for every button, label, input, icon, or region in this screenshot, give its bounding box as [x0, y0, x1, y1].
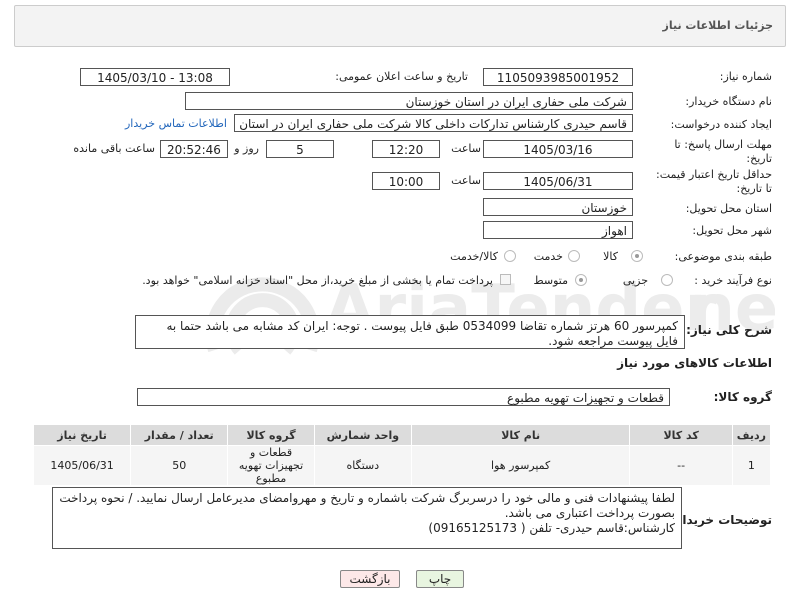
reply-date-field: 1405/03/16 [483, 140, 633, 158]
cell-name: کمپرسور هوا [410, 445, 631, 486]
city-label: شهر محل تحویل: [692, 224, 772, 237]
buyer-notes-text: لطفا پیشنهادات فنی و مالی خود را درسربرگ… [52, 487, 682, 549]
price-date-field: 1405/06/31 [483, 172, 633, 190]
category-radio-goods[interactable] [631, 250, 643, 262]
col-code: کد کالا [629, 424, 733, 446]
description-label: شرح کلی نیاز: [686, 323, 772, 337]
category-radio-goods-service[interactable] [504, 250, 516, 262]
process-option-medium: متوسط [533, 274, 568, 287]
creator-label: ایجاد کننده درخواست: [670, 118, 772, 131]
goods-table-header: ردیف کد کالا نام کالا واحد شمارش گروه کا… [32, 424, 772, 446]
creator-field: قاسم حیدری کارشناس تدارکات داخلی کالا شر… [234, 114, 633, 132]
cell-group: قطعات و تجهیزات تهویه مطبوع [227, 445, 315, 486]
col-unit: واحد شمارش [313, 424, 412, 446]
process-type-label: نوع فرآیند خرید : [694, 274, 772, 287]
days-label: روز و [234, 142, 259, 155]
days-field: 5 [266, 140, 334, 158]
cell-date: 1405/06/31 [32, 445, 132, 486]
print-button[interactable]: چاپ [416, 570, 464, 588]
process-option-minor: جزیی [622, 274, 648, 287]
buyer-org-field: شرکت ملی حفاری ایران در استان خوزستان [185, 92, 633, 110]
city-field: اهواز [483, 221, 633, 239]
buyer-org-label: نام دستگاه خریدار: [685, 95, 772, 108]
treasury-payment-note: پرداخت تمام یا بخشی از مبلغ خرید،از محل … [142, 274, 493, 287]
category-option-goods-service: کالا/خدمت [450, 250, 498, 263]
need-number-label: شماره نیاز: [719, 70, 772, 83]
goods-section-title: اطلاعات کالاهای مورد نیاز [617, 356, 772, 370]
cell-unit: دستگاه [313, 445, 412, 486]
price-time-field: 10:00 [372, 172, 440, 190]
category-label: طبقه بندی موضوعی: [674, 250, 772, 263]
need-number-field: 1105093985001952 [483, 68, 633, 86]
col-group: گروه کالا [227, 424, 315, 446]
cell-qty: 50 [130, 445, 229, 486]
reply-deadline-label: مهلت ارسال پاسخ: تا [674, 138, 772, 151]
reply-time-field: 12:20 [372, 140, 440, 158]
table-row: 1 -- کمپرسور هوا دستگاه قطعات و تجهیزات … [32, 445, 772, 486]
category-radio-service[interactable] [568, 250, 580, 262]
treasury-payment-checkbox[interactable] [500, 274, 511, 285]
header-panel: جزئیات اطلاعات نیاز [14, 5, 786, 47]
cell-row: 1 [731, 445, 772, 486]
category-option-service: خدمت [533, 250, 563, 263]
remaining-time-field: 20:52:46 [160, 140, 228, 158]
goods-group-field: قطعات و تجهیزات تهویه مطبوع [137, 388, 670, 406]
col-qty: تعداد / مقدار [130, 424, 229, 446]
goods-group-label: گروه کالا: [713, 390, 772, 404]
col-date: تاریخ نیاز [32, 424, 132, 446]
description-text: کمپرسور 60 هرتز شماره تقاضا 0534099 طبق … [135, 315, 685, 349]
announce-date-field: 1405/03/10 - 13:08 [80, 68, 230, 86]
reply-time-label: ساعت [451, 142, 481, 155]
reply-deadline-label-2: تاریخ: [746, 152, 772, 165]
col-name: نام کالا [410, 424, 631, 446]
province-label: استان محل تحویل: [685, 202, 772, 215]
announce-date-label: تاریخ و ساعت اعلان عمومی: [335, 70, 468, 83]
page-title: جزئیات اطلاعات نیاز [662, 19, 774, 32]
buyer-contact-link[interactable]: اطلاعات تماس خریدار [125, 117, 227, 130]
process-radio-medium[interactable] [575, 274, 587, 286]
back-button[interactable]: بازگشت [340, 570, 400, 588]
cell-code: -- [629, 445, 733, 486]
province-field: خوزستان [483, 198, 633, 216]
col-row: ردیف [731, 424, 772, 446]
remaining-time-label: ساعت باقی مانده [73, 142, 155, 155]
price-validity-label-2: تا تاریخ: [736, 182, 772, 195]
goods-table: ردیف کد کالا نام کالا واحد شمارش گروه کا… [32, 424, 772, 486]
buyer-notes-label: توضیحات خریدار: [670, 513, 772, 527]
price-validity-label: حداقل تاریخ اعتبار قیمت: [656, 168, 772, 181]
price-time-label: ساعت [451, 174, 481, 187]
category-option-goods: کالا [603, 250, 618, 263]
buyer-notes-line-1: لطفا پیشنهادات فنی و مالی خود را درسربرگ… [59, 491, 675, 520]
process-radio-minor[interactable] [661, 274, 673, 286]
buyer-notes-line-2: کارشناس:قاسم حیدری- تلفن ( 09165125173) [428, 521, 675, 535]
